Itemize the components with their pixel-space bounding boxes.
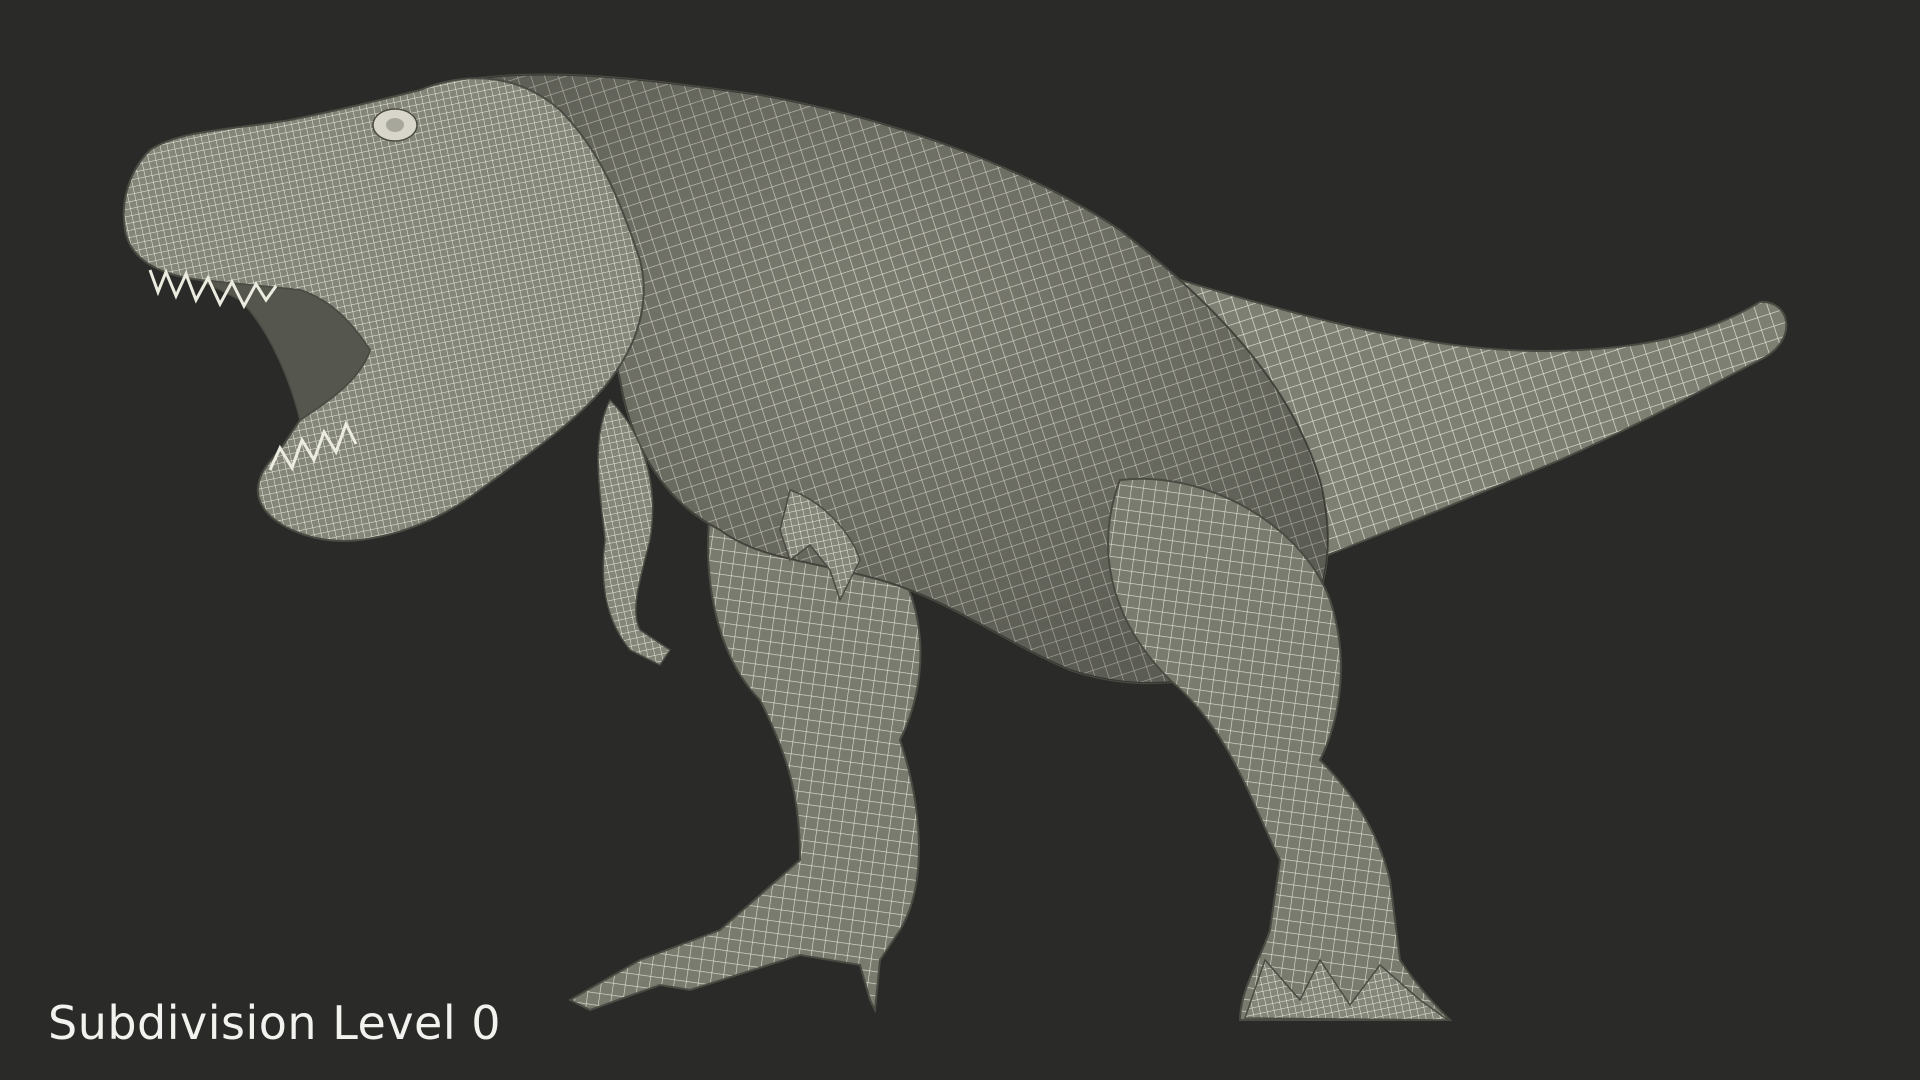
dinosaur-wireframe-render bbox=[122, 73, 1788, 1021]
subdivision-level-caption: Subdivision Level 0 bbox=[48, 996, 502, 1050]
head bbox=[122, 77, 645, 542]
near-leg bbox=[1107, 477, 1453, 1021]
viewport: Subdivision Level 0 bbox=[0, 0, 1920, 1080]
